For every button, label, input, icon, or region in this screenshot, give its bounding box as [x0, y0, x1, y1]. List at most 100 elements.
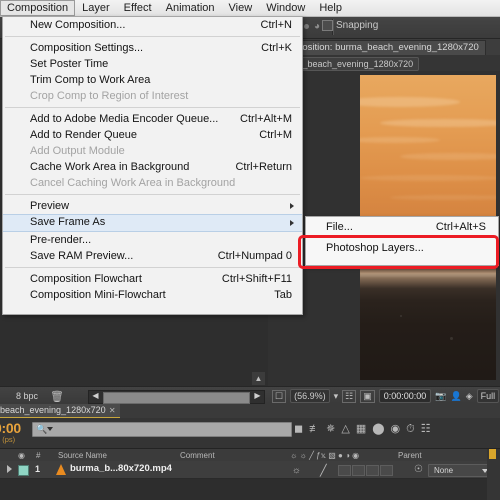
zoom-caret-icon[interactable]: ▾ [334, 391, 339, 402]
menu-item-save-ram-preview[interactable]: Save RAM Preview... Ctrl+Numpad 0 [3, 248, 302, 264]
menu-window[interactable]: Window [259, 0, 312, 16]
composition-dropdown-menu: New Composition... Ctrl+N Composition Sett… [2, 16, 303, 315]
menu-item-cache-work-area-in-background[interactable]: Cache Work Area in Background Ctrl+Return [3, 159, 302, 175]
switch-motion-blur[interactable] [380, 465, 393, 476]
menu-item-composition-settings[interactable]: Composition Settings... Ctrl+K [3, 40, 302, 56]
menu-effect[interactable]: Effect [117, 0, 159, 16]
channels-icon[interactable]: ◈ [466, 391, 473, 402]
mask-icon[interactable]: ▣ [360, 389, 375, 403]
person-icon[interactable]: 👤 [450, 391, 461, 402]
horizontal-scrollbar[interactable]: ◀ ▶ [88, 390, 265, 404]
menu-item-label: New Composition... [30, 19, 126, 31]
switch-effects[interactable] [352, 465, 365, 476]
auto-keyframe-icon[interactable]: ◉ [391, 423, 401, 435]
hide-shy-layers-icon[interactable]: ⏱ [406, 423, 415, 435]
quality-select[interactable]: Full [476, 389, 500, 403]
timeline-tabbar: beach_evening_1280x720 ✕ [0, 404, 500, 419]
chevron-right-icon [290, 220, 294, 226]
menu-item-trim-comp-to-work-area[interactable]: Trim Comp to Work Area [3, 72, 302, 88]
after-effects-window: Composition: burma_beach_evening_1280x72… [0, 0, 500, 500]
brainstorm-icon[interactable]: ⬤ [372, 423, 384, 435]
shy-icon[interactable]: ▦ [356, 423, 366, 435]
triangle-right-icon[interactable] [7, 465, 12, 473]
parent-select[interactable]: None [428, 464, 492, 477]
audio-toggle-icon[interactable]: ☼ [292, 465, 301, 476]
menu-layer[interactable]: Layer [75, 0, 117, 16]
camera-icon[interactable]: 📷 [435, 391, 446, 402]
switch-frame-blend[interactable] [366, 465, 379, 476]
search-icon: 🔍 [36, 424, 48, 434]
arrow-right-icon[interactable]: ▶ [251, 391, 264, 401]
switches-icon-group: ☼ ☼ ╱ ƒ𝕩 ▧ ● ◑ ◉ [290, 451, 360, 460]
toggle-switches-modes-icon[interactable]: ◼ [294, 423, 303, 435]
timeline-tab[interactable]: beach_evening_1280x720 ✕ [0, 404, 120, 419]
menu-item-label: Cancel Caching Work Area in Background [30, 177, 236, 189]
menu-separator [5, 267, 300, 268]
chevron-down-icon[interactable] [47, 427, 53, 431]
menu-separator [5, 107, 300, 108]
menu-item-add-output-module: Add Output Module [3, 143, 302, 159]
menu-item-crop-comp-to-region-of-interest: Crop Comp to Region of Interest [3, 88, 302, 104]
snapping-label: Snapping [336, 20, 379, 31]
timeline-toolbar-icons: ◼ ≢ ✵ △ ▦ ⬤ ◉ ⏱ ☷ [294, 420, 494, 438]
menu-item-set-poster-time[interactable]: Set Poster Time [3, 56, 302, 72]
table-row[interactable]: 1 burma_b...80x720.mp4 ☼ ╱ ☉ None [0, 461, 500, 479]
menu-item-new-composition[interactable]: New Composition... Ctrl+N [3, 17, 302, 33]
parent-pickwhip-icon[interactable]: ☉ [414, 464, 423, 475]
viewer-timecode[interactable]: 0:00:00:00 [378, 389, 432, 403]
menu-item-label: Composition Mini-Flowchart [30, 289, 166, 301]
menu-item-composition-flowchart[interactable]: Composition Flowchart Ctrl+Shift+F11 [3, 271, 302, 287]
close-icon[interactable]: ✕ [109, 404, 116, 417]
layer-source-name[interactable]: burma_b...80x720.mp4 [70, 463, 172, 474]
arrow-left-icon[interactable]: ◀ [89, 391, 102, 401]
menu-item-add-to-render-queue[interactable]: Add to Render Queue Ctrl+M [3, 127, 302, 143]
clone-stamp-icon[interactable]: ◕ [314, 21, 320, 32]
resolution-icon[interactable]: ☐ [272, 389, 287, 403]
trash-icon[interactable]: 🗑 [50, 390, 64, 403]
frame-blending-icon[interactable]: △ [341, 423, 349, 435]
menu-view[interactable]: View [222, 0, 260, 16]
menu-animation[interactable]: Animation [159, 0, 222, 16]
menu-item-label: Preview [30, 200, 70, 212]
zoom-level-select[interactable]: (56.9%) [290, 389, 330, 403]
column-header-source-name: Source Name [58, 451, 107, 460]
scrollbar-thumb[interactable] [103, 392, 250, 404]
bit-depth-label[interactable]: 8 bpc [16, 391, 38, 401]
menu-item-cancel-caching-work-area-in-background: Cancel Caching Work Area in Background [3, 175, 302, 191]
transform-icon[interactable]: ╱ [320, 464, 327, 477]
menu-item-add-to-adobe-media-encoder-queue[interactable]: Add to Adobe Media Encoder Queue... Ctrl+… [3, 111, 302, 127]
region-of-interest-icon[interactable]: ☷ [342, 389, 357, 403]
vertical-scroll-arrow-icon[interactable]: ▲ [252, 372, 265, 385]
timeline-tab-label: beach_evening_1280x720 [0, 405, 106, 415]
menu-item-shortcut: Ctrl+Alt+M [240, 113, 292, 125]
menu-separator [5, 36, 300, 37]
motion-blur-icon[interactable]: ✵ [326, 423, 335, 435]
puppet-pin-icon[interactable] [304, 24, 309, 29]
work-area-marker[interactable] [489, 449, 496, 459]
menu-composition[interactable]: Composition [0, 0, 76, 16]
menu-item-pre-render[interactable]: Pre-render... [3, 232, 302, 248]
column-header-parent: Parent [398, 451, 422, 460]
menu-item-save-frame-as[interactable]: Save Frame As [3, 214, 302, 232]
layer-color-label[interactable] [18, 465, 29, 476]
layer-index: 1 [35, 464, 41, 474]
parent-value: None [434, 466, 454, 475]
switch-quality[interactable] [338, 465, 351, 476]
submenu-item-photoshop-layers[interactable]: Photoshop Layers... [306, 238, 498, 259]
menu-item-label: Crop Comp to Region of Interest [30, 90, 189, 102]
search-input[interactable]: 🔍 [32, 422, 292, 437]
timeline-current-time[interactable]: 0:00 [0, 420, 21, 436]
menu-item-composition-mini-flowchart[interactable]: Composition Mini-Flowchart Tab [3, 287, 302, 303]
graph-editor-icon[interactable]: ≢ [309, 423, 320, 435]
menu-help[interactable]: Help [312, 0, 349, 16]
viewer-bottom-toolbar: ☐ (56.9%) ▾ ☷ ▣ 0:00:00:00 📷 👤 ◈ Full [268, 386, 500, 405]
submenu-item-label: Photoshop Layers... [326, 242, 424, 254]
column-header-label-icon: ◉ [18, 451, 25, 460]
column-header-index: # [36, 451, 41, 460]
submenu-item-file[interactable]: File... Ctrl+Alt+S [306, 217, 498, 238]
draft-3d-icon[interactable]: ☷ [421, 423, 431, 435]
timeline-footer [0, 479, 500, 500]
menu-item-preview[interactable]: Preview [3, 198, 302, 214]
snapping-checkbox[interactable] [322, 20, 333, 31]
menu-item-label: Composition Settings... [30, 42, 144, 54]
